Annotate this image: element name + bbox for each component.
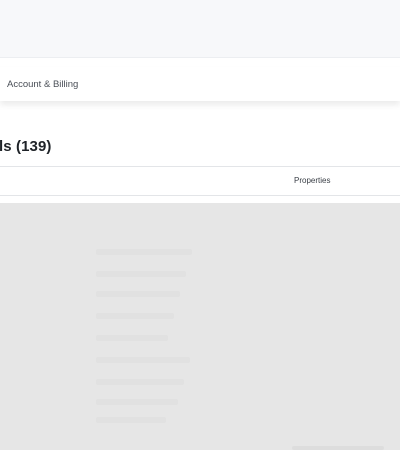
loading-placeholder-row — [96, 291, 180, 297]
column-header-properties[interactable]: Properties — [294, 176, 330, 185]
top-bar — [0, 0, 400, 58]
table-body-loading — [0, 203, 400, 450]
loading-placeholder-row — [96, 417, 166, 423]
loading-placeholder-row — [96, 249, 192, 255]
loading-placeholder-row — [96, 357, 190, 363]
table-header: Properties — [0, 166, 400, 196]
loading-placeholder-row — [96, 335, 168, 341]
page-title: ls (139) — [0, 138, 52, 155]
secondary-nav: Account & Billing — [0, 67, 400, 101]
loading-placeholder-row — [96, 271, 186, 277]
loading-placeholder-row — [96, 313, 174, 319]
loading-placeholder-row — [96, 379, 184, 385]
nav-item-account-billing[interactable]: Account & Billing — [7, 79, 78, 90]
loading-placeholder-footer — [292, 446, 384, 450]
loading-placeholder-row — [96, 399, 178, 405]
